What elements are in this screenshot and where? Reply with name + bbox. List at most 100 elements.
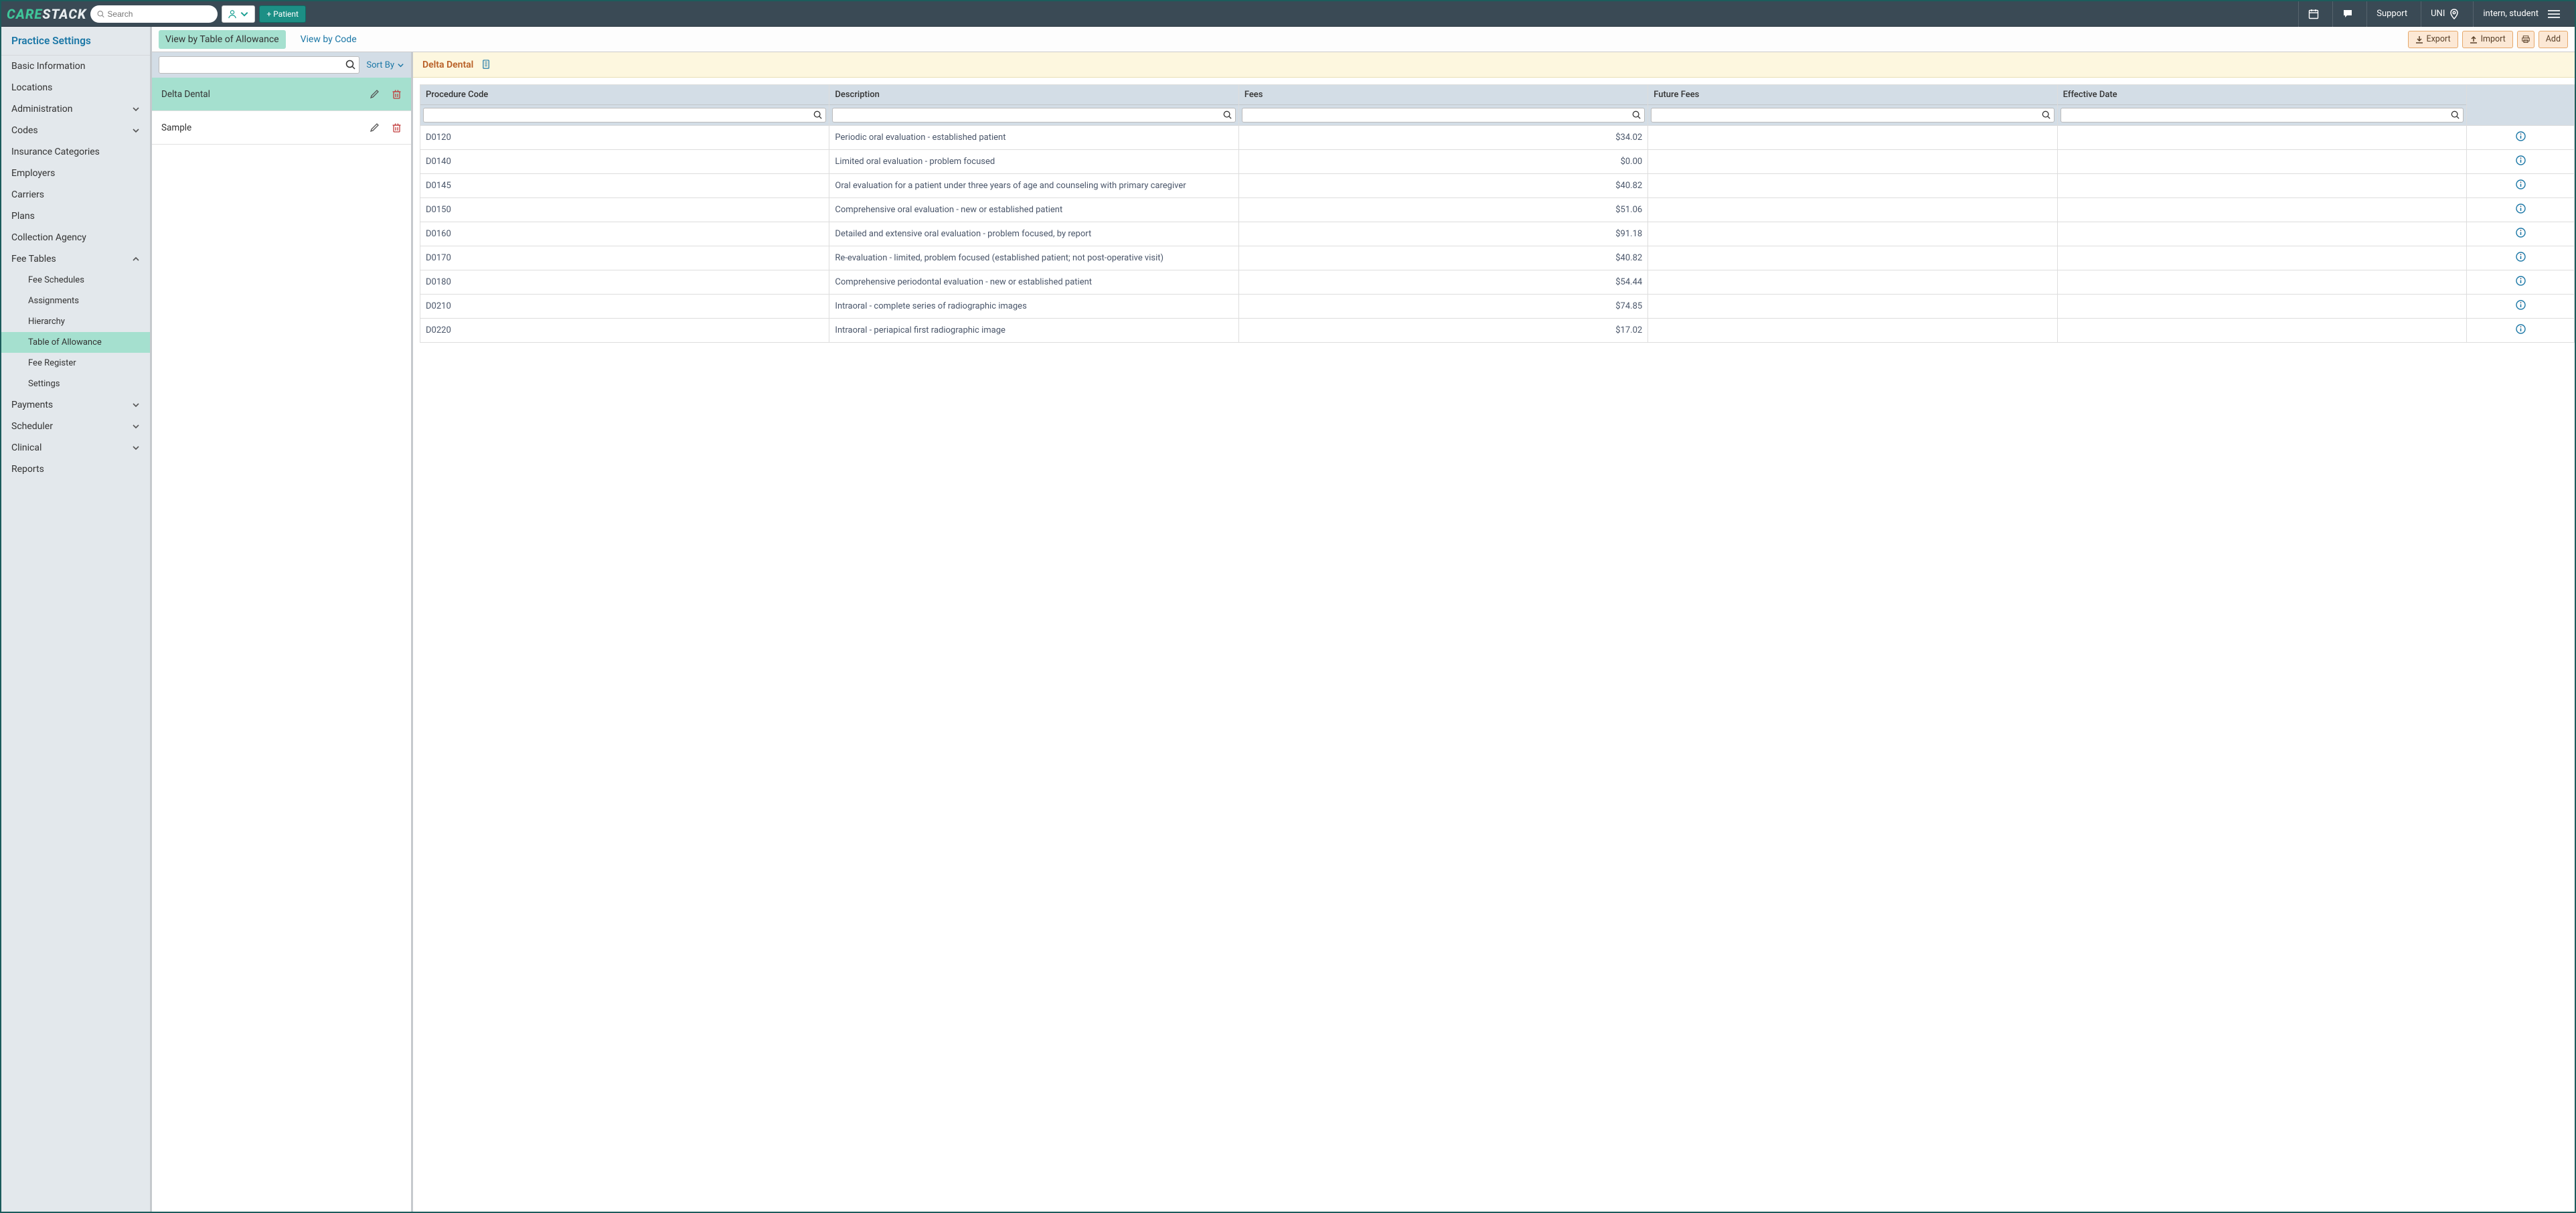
delete-icon[interactable] bbox=[392, 123, 402, 133]
sidebar-sub-hierarchy[interactable]: Hierarchy bbox=[1, 311, 150, 332]
sidebar-sub-fee-register[interactable]: Fee Register bbox=[1, 353, 150, 374]
add-button[interactable]: Add bbox=[2539, 31, 2568, 48]
filter-description[interactable] bbox=[832, 108, 1235, 123]
export-button[interactable]: Export bbox=[2408, 31, 2458, 48]
cell-description: Comprehensive periodontal evaluation - n… bbox=[829, 270, 1238, 295]
edit-icon[interactable] bbox=[370, 123, 380, 133]
download-icon bbox=[2415, 35, 2423, 44]
brand-part2: STACK bbox=[42, 6, 86, 22]
current-user[interactable]: intern, student bbox=[2473, 1, 2569, 27]
filter-effective-date[interactable] bbox=[2061, 108, 2464, 123]
sidebar-item-administration[interactable]: Administration bbox=[1, 98, 150, 120]
sidebar-sub-fee-schedules[interactable]: Fee Schedules bbox=[1, 270, 150, 291]
sidebar-item-payments[interactable]: Payments bbox=[1, 394, 150, 416]
info-icon[interactable] bbox=[2516, 131, 2526, 141]
chat-nav[interactable] bbox=[2332, 1, 2362, 27]
cell-action bbox=[2467, 319, 2575, 343]
sidebar-item-plans[interactable]: Plans bbox=[1, 206, 150, 227]
cell-description: Limited oral evaluation - problem focuse… bbox=[829, 150, 1238, 174]
sidebar-item-fee-tables[interactable]: Fee Tables bbox=[1, 248, 150, 270]
chevron-down-icon bbox=[132, 422, 140, 430]
location-nav[interactable]: UNI bbox=[2421, 1, 2469, 27]
cell-description: Oral evaluation for a patient under thre… bbox=[829, 174, 1238, 198]
global-search[interactable] bbox=[90, 5, 218, 23]
edit-icon[interactable] bbox=[370, 89, 380, 99]
sidebar-item-carriers[interactable]: Carriers bbox=[1, 184, 150, 206]
info-icon[interactable] bbox=[2516, 276, 2526, 286]
sidebar-item-codes[interactable]: Codes bbox=[1, 120, 150, 141]
info-icon[interactable] bbox=[2516, 179, 2526, 189]
print-button[interactable] bbox=[2517, 31, 2534, 48]
chevron-down-icon bbox=[240, 9, 249, 19]
add-patient-button[interactable]: + Patient bbox=[259, 5, 306, 23]
user-icon bbox=[228, 9, 237, 19]
cell-action bbox=[2467, 198, 2575, 222]
sidebar-item-insurance-categories[interactable]: Insurance Categories bbox=[1, 141, 150, 163]
sidebar-item-reports[interactable]: Reports bbox=[1, 459, 150, 480]
info-icon[interactable] bbox=[2516, 300, 2526, 310]
view-toolbar: View by Table of Allowance View by Code … bbox=[152, 27, 2575, 52]
cell-code: D0150 bbox=[420, 198, 829, 222]
cell-effective-date bbox=[2057, 126, 2466, 150]
filter-fees[interactable] bbox=[1242, 108, 1645, 123]
col-effective-date[interactable]: Effective Date bbox=[2058, 85, 2466, 104]
brand-part1: CARE bbox=[7, 6, 42, 22]
info-icon[interactable] bbox=[2516, 204, 2526, 214]
cell-effective-date bbox=[2057, 295, 2466, 319]
calendar-nav[interactable] bbox=[2298, 1, 2328, 27]
sidebar-item-collection-agency[interactable]: Collection Agency bbox=[1, 227, 150, 248]
list-search-input[interactable] bbox=[159, 56, 359, 74]
tab-view-by-allowance[interactable]: View by Table of Allowance bbox=[159, 30, 286, 49]
sidebar-item-clinical[interactable]: Clinical bbox=[1, 437, 150, 459]
settings-sidebar: Practice Settings Basic InformationLocat… bbox=[1, 27, 152, 1212]
col-future-fees[interactable]: Future Fees bbox=[1648, 85, 2057, 104]
search-icon bbox=[97, 9, 104, 19]
document-icon[interactable] bbox=[481, 60, 491, 70]
col-procedure-code[interactable]: Procedure Code bbox=[420, 85, 829, 104]
sidebar-item-employers[interactable]: Employers bbox=[1, 163, 150, 184]
cell-future-fee bbox=[1648, 126, 2057, 150]
sidebar-item-scheduler[interactable]: Scheduler bbox=[1, 416, 150, 437]
tab-view-by-code[interactable]: View by Code bbox=[294, 30, 364, 49]
cell-fee: $34.02 bbox=[1238, 126, 1647, 150]
cell-description: Intraoral - periapical first radiographi… bbox=[829, 319, 1238, 343]
chevron-down-icon bbox=[132, 401, 140, 409]
list-item-delta-dental[interactable]: Delta Dental bbox=[152, 78, 411, 111]
sort-by-dropdown[interactable]: Sort By bbox=[366, 60, 404, 70]
cell-future-fee bbox=[1648, 222, 2057, 246]
filter-procedure-code[interactable] bbox=[423, 108, 826, 123]
calendar-icon bbox=[2308, 9, 2319, 19]
table-row: D0160Detailed and extensive oral evaluat… bbox=[420, 222, 2575, 246]
user-scope-dropdown[interactable] bbox=[222, 5, 255, 23]
filter-future-fees[interactable] bbox=[1651, 108, 2054, 123]
list-item-label: Sample bbox=[161, 123, 191, 133]
chevron-down-icon bbox=[132, 127, 140, 135]
import-button[interactable]: Import bbox=[2462, 31, 2513, 48]
info-icon[interactable] bbox=[2516, 228, 2526, 238]
delete-icon[interactable] bbox=[392, 89, 402, 99]
global-search-input[interactable] bbox=[107, 9, 211, 19]
sidebar-sub-settings[interactable]: Settings bbox=[1, 374, 150, 394]
sidebar-sub-table-of-allowance[interactable]: Table of Allowance bbox=[1, 332, 150, 353]
sidebar-item-label: Collection Agency bbox=[11, 232, 86, 243]
cell-action bbox=[2467, 174, 2575, 198]
info-icon[interactable] bbox=[2516, 252, 2526, 262]
cell-action bbox=[2467, 150, 2575, 174]
col-fees[interactable]: Fees bbox=[1239, 85, 1647, 104]
cell-fee: $74.85 bbox=[1238, 295, 1647, 319]
sidebar-item-locations[interactable]: Locations bbox=[1, 77, 150, 98]
col-description[interactable]: Description bbox=[829, 85, 1238, 104]
add-label: Add bbox=[2546, 34, 2561, 44]
top-nav: CARESTACK + Patient Support UNI intern, … bbox=[1, 1, 2575, 27]
list-item-sample[interactable]: Sample bbox=[152, 111, 411, 145]
export-label: Export bbox=[2427, 34, 2451, 44]
cell-action bbox=[2467, 126, 2575, 150]
info-icon[interactable] bbox=[2516, 324, 2526, 334]
info-icon[interactable] bbox=[2516, 155, 2526, 165]
cell-code: D0140 bbox=[420, 150, 829, 174]
sidebar-item-basic-information[interactable]: Basic Information bbox=[1, 56, 150, 77]
chevron-down-icon bbox=[397, 62, 404, 69]
sidebar-sub-assignments[interactable]: Assignments bbox=[1, 291, 150, 311]
sidebar-item-label: Locations bbox=[11, 82, 52, 93]
support-nav[interactable]: Support bbox=[2366, 1, 2417, 27]
